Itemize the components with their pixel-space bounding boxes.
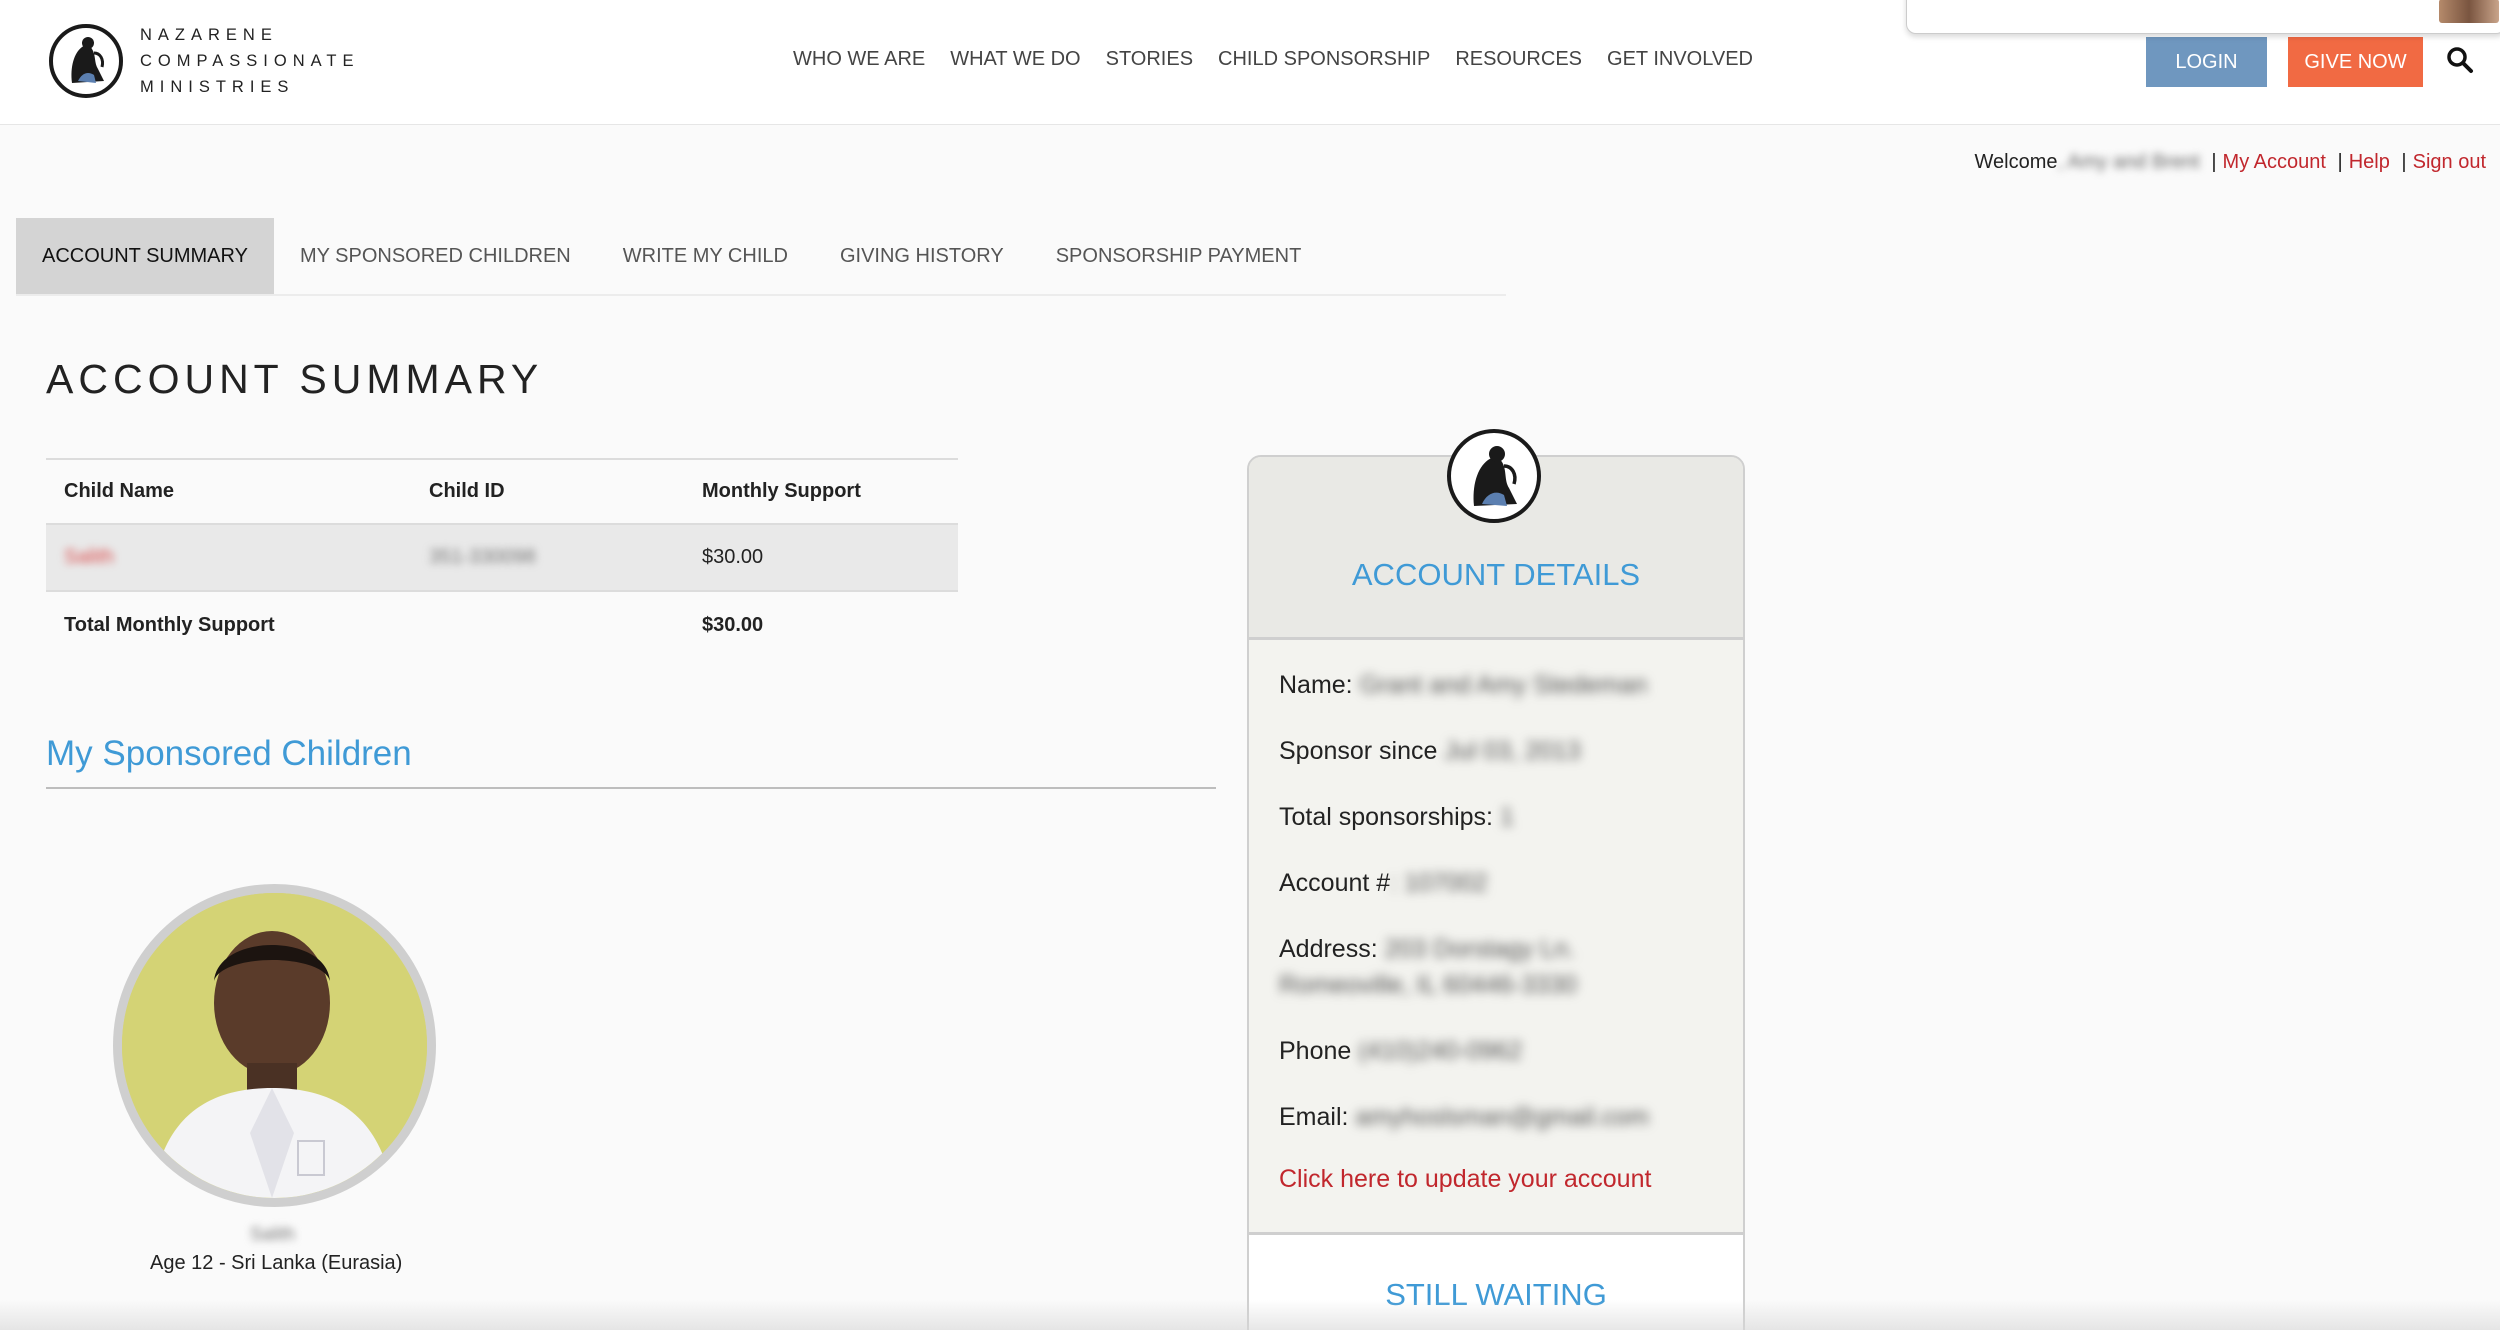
email-value: amyhoslsman@gmail.com	[1355, 1103, 1649, 1131]
logo-emblem-icon	[49, 24, 123, 98]
account-number-label: Account #	[1279, 869, 1391, 897]
nav-child-sponsorship[interactable]: CHILD SPONSORSHIP	[1218, 48, 1430, 71]
column-header-child-id: Child ID	[429, 480, 505, 502]
address-line-2: Romeoville, IL 60446-3330	[1279, 971, 1577, 999]
logo-wordmark: NAZARENE COMPASSIONATE MINISTRIES	[140, 22, 360, 100]
account-name-label: Name:	[1279, 671, 1353, 699]
page-title: ACCOUNT SUMMARY	[46, 356, 544, 402]
address-label: Address:	[1279, 935, 1378, 963]
give-now-button[interactable]: GIVE NOW	[2288, 37, 2423, 87]
welcome-bar: Welcome, Amy and Brent | My Account | Help…	[1974, 151, 2486, 174]
account-tabs: ACCOUNT SUMMARY MY SPONSORED CHILDREN WR…	[16, 218, 1506, 296]
email-label: Email:	[1279, 1103, 1349, 1131]
sponsored-children-heading: My Sponsored Children	[46, 734, 412, 773]
total-sponsorships-value: 1	[1499, 803, 1514, 831]
panel-emblem-icon	[1447, 429, 1541, 523]
account-name-value: Grant and Amy Stedeman	[1359, 671, 1648, 699]
total-sponsorships-label: Total sponsorships:	[1279, 803, 1494, 831]
account-number-field: Account #: 107002	[1279, 865, 1719, 901]
welcome-separator: |	[2337, 151, 2343, 173]
sign-out-link[interactable]: Sign out	[2413, 151, 2486, 173]
bottom-fade	[0, 1300, 2500, 1330]
tab-giving-history[interactable]: GIVING HISTORY	[813, 218, 1030, 294]
phone-value: (410)240-0962	[1351, 1037, 1523, 1065]
sponsor-since-value: Jul 03, 2013	[1437, 737, 1581, 765]
nav-what-we-do[interactable]: WHAT WE DO	[950, 48, 1080, 71]
site-logo[interactable]: NAZARENE COMPASSIONATE MINISTRIES	[48, 22, 360, 100]
welcome-separator: |	[2401, 151, 2407, 173]
nav-who-we-are[interactable]: WHO WE ARE	[793, 48, 925, 71]
welcome-user-name: , Amy and Brent	[2057, 151, 2200, 173]
tab-write-my-child[interactable]: WRITE MY CHILD	[596, 218, 814, 294]
account-number-value: : 107002	[1390, 869, 1488, 897]
main-nav: WHO WE ARE WHAT WE DO STORIES CHILD SPON…	[793, 48, 1778, 71]
monthly-support-value: $30.00	[702, 546, 764, 568]
total-sponsorships-field: Total sponsorships: 1	[1279, 799, 1719, 835]
tab-account-summary[interactable]: ACCOUNT SUMMARY	[16, 218, 274, 294]
child-name-link[interactable]: Salith	[64, 546, 114, 568]
sponsor-since-label: Sponsor since	[1279, 737, 1438, 765]
child-id-value: 351-330098	[429, 546, 536, 568]
sponsor-since-field: Sponsor since Jul 03, 2013	[1279, 733, 1719, 769]
search-icon[interactable]	[2446, 46, 2474, 74]
total-amount: $30.00	[702, 614, 764, 636]
child-name-caption: Salith	[250, 1224, 296, 1244]
child-age-location: Age 12 - Sri Lanka (Eurasia)	[150, 1252, 403, 1274]
nav-resources[interactable]: RESOURCES	[1455, 48, 1582, 71]
notification-popover[interactable]	[1906, 0, 2500, 34]
logo-line-1: NAZARENE	[140, 26, 278, 44]
login-button[interactable]: LOGIN	[2146, 37, 2267, 87]
popover-thumbnail	[2439, 0, 2499, 23]
address-field: Address: 203 Dorstagy Ln. Romeoville, IL…	[1279, 931, 1719, 1003]
welcome-prefix: Welcome	[1974, 151, 2058, 173]
tab-sponsorship-payment[interactable]: SPONSORSHIP PAYMENT	[1029, 218, 1328, 294]
account-details-body: Name: Grant and Amy Stedeman Sponsor sin…	[1279, 667, 1719, 1194]
account-name-field: Name: Grant and Amy Stedeman	[1279, 667, 1719, 703]
nav-stories[interactable]: STORIES	[1106, 48, 1193, 71]
table-row: Salith 351-330098 $30.00	[46, 525, 958, 592]
phone-field: Phone (410)240-0962	[1279, 1033, 1719, 1069]
help-link[interactable]: Help	[2349, 151, 2390, 173]
table-total-row: Total Monthly Support $30.00	[46, 592, 958, 659]
account-details-title: ACCOUNT DETAILS	[1351, 557, 1641, 592]
total-label: Total Monthly Support	[64, 614, 275, 636]
address-line-1: 203 Dorstagy Ln.	[1384, 935, 1576, 963]
section-divider	[46, 787, 1216, 789]
email-field: Email: amyhoslsman@gmail.com	[1279, 1099, 1719, 1135]
account-details-panel: ACCOUNT DETAILS Name: Grant and Amy Sted…	[1247, 455, 1745, 1330]
nav-get-involved[interactable]: GET INVOLVED	[1607, 48, 1753, 71]
tab-my-sponsored-children[interactable]: MY SPONSORED CHILDREN	[273, 218, 597, 294]
my-account-link[interactable]: My Account	[2223, 151, 2326, 173]
update-account-link[interactable]: Click here to update your account	[1279, 1165, 1719, 1194]
column-header-monthly-support: Monthly Support	[702, 480, 861, 502]
child-photo[interactable]	[113, 884, 436, 1207]
logo-line-3: MINISTRIES	[140, 78, 295, 96]
phone-label: Phone	[1279, 1037, 1352, 1065]
logo-line-2: COMPASSIONATE	[140, 52, 360, 70]
table-header-row: Child Name Child ID Monthly Support	[46, 458, 958, 525]
child-portrait-image	[122, 893, 427, 1198]
account-summary-table: Child Name Child ID Monthly Support Sali…	[46, 458, 958, 659]
column-header-child-name: Child Name	[64, 480, 175, 502]
welcome-separator: |	[2211, 151, 2217, 173]
